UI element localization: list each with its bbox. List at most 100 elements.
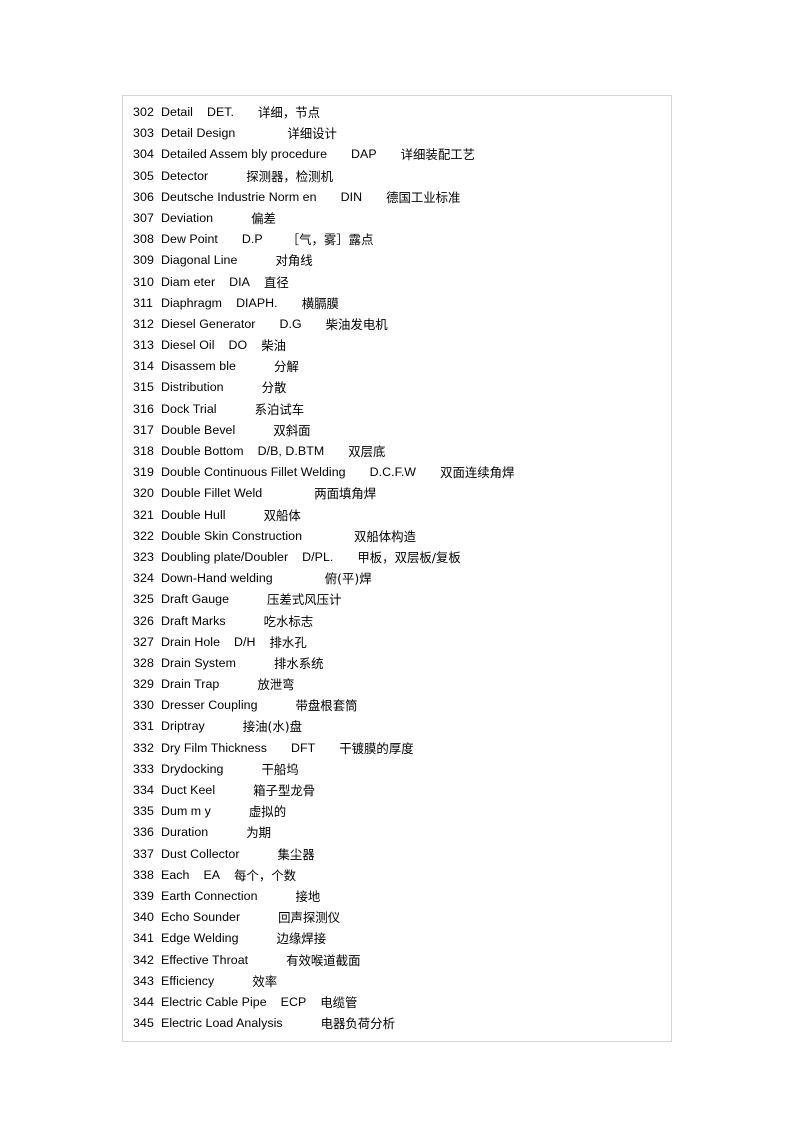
glossary-row: 317 Double Bevel 双斜面 [123,420,671,441]
entry-translation: 横膈膜 [301,295,339,311]
entry-term: Deviation [161,210,214,225]
entry-abbreviation: D.G [279,316,302,331]
entry-term: Detailed Assem bly procedure [161,147,328,162]
glossary-row: 340 Echo Sounder 回声探测仪 [123,907,671,928]
entry-translation: 每个，个数 [234,867,297,883]
entry-term: Drain System [161,655,236,670]
glossary-row: 323 Doubling plate/Doubler D/PL. 甲板，双层板/复板 [123,547,671,568]
entry-translation: 接地 [295,888,321,904]
entry-translation: 电缆管 [320,994,358,1010]
entry-abbreviation: DAP [351,147,377,162]
entry-translation: 双面连续角焊 [440,465,515,481]
entry-term: Double Fillet Weld [161,486,263,501]
entry-term: Dew Point [161,232,218,247]
entry-term: Detail [161,105,193,119]
entry-term: Down-Hand welding [161,571,273,586]
entry-translation: 系泊试车 [254,401,305,417]
entry-term: Electric Load Analysis [161,1016,283,1031]
glossary-row: 322 Double Skin Construction 双船体构造 [123,526,671,547]
entry-term: Dresser Coupling [161,698,258,713]
entry-translation: 箱子型龙骨 [253,783,316,798]
entry-number: 308 [133,232,154,247]
entry-term: Efficiency [161,973,215,988]
entry-translation: 排水孔 [269,634,307,650]
entry-term: Diesel Oil [161,338,215,353]
entry-translation: 柴油 [261,338,286,354]
entry-term: Duration [161,825,209,840]
entry-number: 341 [133,931,154,946]
entry-term: Dry Film Thickness [161,740,268,755]
entry-translation: 虚拟的 [248,804,287,820]
entry-number: 314 [133,359,154,374]
entry-translation: 俯(平)焊 [324,571,372,587]
glossary-row: 336 Duration 为期 [123,822,671,843]
glossary-row: 302 Detail DET. 详细，节点 [123,102,671,123]
glossary-row: 330 Dresser Coupling 带盘根套筒 [123,695,671,716]
entry-number: 337 [133,846,154,861]
glossary-row: 310 Diam eter DIA 直径 [123,272,671,293]
entry-term: Diagonal Line [161,253,238,268]
entry-translation: 柴油发电机 [325,316,388,332]
entry-abbreviation: D/B, D.BTM [257,444,325,458]
glossary-row: 331 Driptray 接油(水)盘 [123,716,671,737]
entry-translation: 回声探测仪 [278,910,341,926]
entry-term: Double Bottom [161,444,244,458]
entry-translation: 详细设计 [287,126,337,142]
entry-term: Diaphragm [161,295,223,310]
glossary-row: 341 Edge Welding 边缘焊接 [123,928,671,949]
entry-number: 320 [133,486,154,501]
entry-number: 313 [133,338,154,353]
entry-term: Double Continuous Fillet Welding [161,465,346,480]
entry-translation: 压差式风压计 [267,592,342,608]
entry-translation: 对角线 [275,253,313,269]
entry-translation: 电器负荷分析 [320,1016,395,1032]
entry-abbreviation: DIA [229,274,250,289]
entry-number: 322 [133,528,154,543]
entry-term: Earth Connection [161,888,258,903]
entry-number: 323 [133,549,154,564]
entry-translation: 详细装配工艺 [400,147,475,163]
entry-number: 340 [133,910,154,925]
entry-number: 345 [133,1016,154,1031]
glossary-row: 311 Diaphragm DIAPH. 横膈膜 [123,293,671,314]
entry-number: 338 [133,867,154,882]
glossary-row: 321 Double Hull 双船体 [123,505,671,526]
glossary-row: 312 Diesel Generator D.G 柴油发电机 [123,314,671,335]
entry-term: Edge Welding [161,931,239,946]
entry-abbreviation: DET. [206,105,235,119]
glossary-row: 328 Drain System 排水系统 [123,653,671,674]
entry-number: 311 [133,295,154,310]
glossary-row: 342 Effective Throat 有效喉道截面 [123,950,671,971]
glossary-row: 335 Dum m y 虚拟的 [123,801,671,822]
entry-term: Detail Design [161,126,236,141]
glossary-row: 320 Double Fillet Weld 两面填角焊 [123,483,671,504]
entry-number: 330 [133,698,154,713]
entry-translation: 接油(水)盘 [242,719,303,735]
entry-number: 331 [133,719,154,734]
entry-term: Double Hull [161,507,226,522]
entry-number: 305 [133,168,154,183]
entry-number: 310 [133,274,154,289]
glossary-row: 339 Earth Connection 接地 [123,886,671,907]
glossary-row: 303 Detail Design 详细设计 [123,123,671,144]
entry-translation: 干镀膜的厚度 [339,740,414,756]
glossary-table: 302 Detail DET. 详细，节点 303 Detail Design 详细设计 30… [122,95,672,1043]
entry-abbreviation: D/H [234,634,256,649]
entry-number: 328 [133,655,154,670]
entry-number: 317 [133,422,154,437]
entry-number: 334 [133,783,154,797]
glossary-row: 332 Dry Film Thickness DFT 干镀膜的厚度 [123,738,671,759]
glossary-row: 319 Double Continuous Fillet Welding D.C.F… [123,462,671,483]
entry-term: Electric Cable Pipe [161,994,267,1009]
glossary-row: 338 Each EA 每个，个数 [123,865,671,886]
entry-term: Distribution [161,380,224,395]
entry-number: 343 [133,973,154,988]
glossary-row: 337 Dust Collector 集尘器 [123,844,671,865]
entry-term: Diesel Generator [161,316,256,331]
entry-number: 335 [133,804,154,819]
entry-term: Draft Gauge [161,592,230,607]
entry-term: Dust Collector [161,846,240,861]
glossary-row: 307 Deviation 偏差 [123,208,671,229]
document-page: 302 Detail DET. 详细，节点 303 Detail Design 详细设计 30… [0,0,794,1123]
entry-translation: 直径 [263,274,289,290]
